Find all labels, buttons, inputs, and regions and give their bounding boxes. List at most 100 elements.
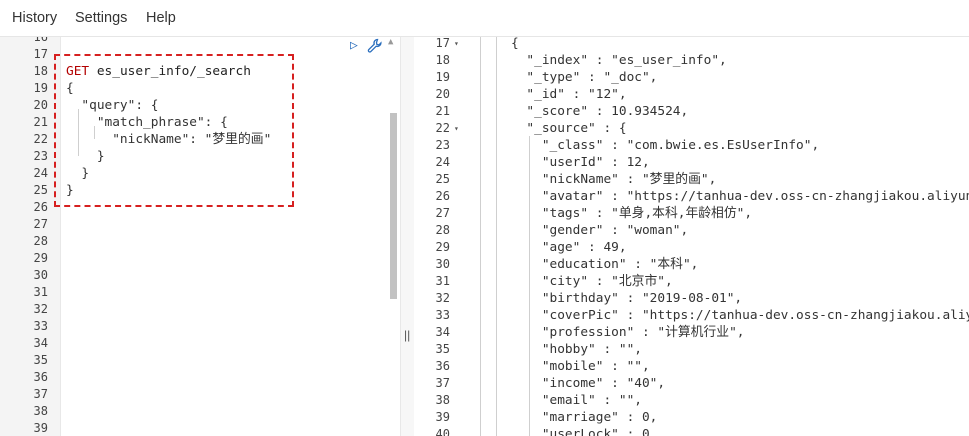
line-number: 30	[33, 268, 48, 282]
response-line: {	[511, 37, 519, 51]
response-line: "gender" : "woman",	[511, 223, 689, 238]
request-body-line[interactable]: "match_phrase": {	[66, 114, 228, 131]
line-number: 35	[435, 342, 450, 356]
response-line: "mobile" : "",	[511, 359, 650, 374]
line-number: 35	[33, 353, 48, 367]
response-line: "_score" : 10.934524,	[511, 104, 689, 119]
response-line: "age" : 49,	[511, 240, 627, 255]
line-number: 39	[33, 421, 48, 435]
indent-guide	[496, 37, 497, 436]
line-number: 20	[33, 98, 48, 112]
line-number: 30	[435, 257, 450, 271]
response-line: "profession" : "计算机行业",	[511, 325, 745, 340]
line-number: 19	[435, 70, 450, 84]
line-number: 22	[435, 121, 450, 135]
line-number: 36	[33, 370, 48, 384]
request-body-line[interactable]: }	[66, 165, 89, 182]
menu-history[interactable]: History	[12, 10, 57, 26]
line-number: 36	[435, 359, 450, 373]
line-number: 34	[435, 325, 450, 339]
line-number: 20	[435, 87, 450, 101]
response-line: "email" : "",	[511, 393, 642, 408]
scrollbar[interactable]	[390, 113, 397, 299]
line-number: 17	[435, 37, 450, 50]
response-line: "avatar" : "https://tanhua-dev.oss-cn-zh…	[511, 189, 969, 204]
line-number: 32	[435, 291, 450, 305]
response-line: "coverPic" : "https://tanhua-dev.oss-cn-…	[511, 308, 969, 323]
response-line: "userId" : 12,	[511, 155, 650, 170]
request-body-line[interactable]: "query": {	[66, 97, 158, 114]
response-line: "hobby" : "",	[511, 342, 642, 357]
line-number: 23	[435, 138, 450, 152]
line-number: 19	[33, 81, 48, 95]
menu-help[interactable]: Help	[146, 10, 176, 26]
line-number: 22	[33, 132, 48, 146]
request-body-line[interactable]: {	[66, 80, 74, 97]
response-line: "_class" : "com.bwie.es.EsUserInfo",	[511, 138, 820, 153]
response-line: "_source" : {	[511, 121, 627, 136]
line-number: 37	[435, 376, 450, 390]
response-line: "marriage" : 0,	[511, 410, 658, 425]
line-number: 26	[435, 189, 450, 203]
line-number: 24	[435, 155, 450, 169]
response-line: "education" : "本科",	[511, 257, 699, 272]
response-line: "userLock" : 0	[511, 427, 650, 436]
menu-bar: History Settings Help	[0, 0, 969, 37]
response-line: "nickName" : "梦里的画",	[511, 172, 717, 187]
request-editor[interactable]: 16 17 18 19 20 21 22 23 24 25 26 27 28 29 30 31 32 33 34 35…	[0, 37, 400, 436]
line-number: 38	[33, 404, 48, 418]
request-line[interactable]: GET es_user_info/_search	[66, 63, 251, 80]
response-gutter: 17 ▾ 18 19 20 21 22 ▾ 23 24 25 26 27 28 29 30 31 32 33 34 35…	[414, 37, 474, 436]
line-number: 27	[33, 217, 48, 231]
play-icon[interactable]: ▷	[350, 39, 362, 52]
line-number: 39	[435, 410, 450, 424]
line-number: 16	[33, 37, 48, 44]
line-number: 28	[435, 223, 450, 237]
line-number: 21	[435, 104, 450, 118]
line-number: 38	[435, 393, 450, 407]
wrench-icon[interactable]	[367, 38, 383, 54]
line-number: 37	[33, 387, 48, 401]
request-body-line[interactable]: "nickName": "梦里的画"	[66, 131, 271, 148]
line-number: 29	[435, 240, 450, 254]
response-line: "birthday" : "2019-08-01",	[511, 291, 743, 306]
response-line: "tags" : "单身,本科,年龄相仿",	[511, 206, 753, 221]
line-number: 33	[33, 319, 48, 333]
line-number: 26	[33, 200, 48, 214]
line-number: 32	[33, 302, 48, 316]
pane-divider[interactable]	[400, 37, 415, 436]
response-line: "city" : "北京市",	[511, 274, 673, 289]
line-number: 34	[33, 336, 48, 350]
line-number: 31	[33, 285, 48, 299]
line-number: 40	[435, 427, 450, 436]
menu-settings[interactable]: Settings	[75, 10, 127, 26]
http-method: GET	[66, 64, 90, 79]
line-number: 28	[33, 234, 48, 248]
fold-toggle-icon[interactable]: ▾	[454, 37, 459, 52]
line-number: 31	[435, 274, 450, 288]
line-number: 18	[435, 53, 450, 67]
line-number: 18	[33, 64, 48, 78]
response-line: "_id" : "12",	[511, 87, 627, 102]
line-number: 24	[33, 166, 48, 180]
request-gutter: 16 17 18 19 20 21 22 23 24 25 26 27 28 29 30 31 32 33 34 35…	[0, 37, 61, 436]
chevron-up-icon[interactable]: ▲	[388, 37, 393, 47]
line-number: 27	[435, 206, 450, 220]
line-number: 25	[435, 172, 450, 186]
request-body-line[interactable]: }	[66, 148, 105, 165]
response-viewer: 17 ▾ 18 19 20 21 22 ▾ 23 24 25 26 27 28 29 30 31 32 33 34 35…	[414, 37, 969, 436]
response-line: "_type" : "_doc",	[511, 70, 658, 85]
request-path: es_user_info/_search	[89, 64, 251, 79]
indent-guide	[480, 37, 481, 436]
line-number: 21	[33, 115, 48, 129]
response-line: "_index" : "es_user_info",	[511, 53, 727, 68]
resize-handle-icon[interactable]: ||	[404, 328, 410, 342]
line-number: 17	[33, 47, 48, 61]
line-number: 23	[33, 149, 48, 163]
line-number: 25	[33, 183, 48, 197]
request-body-line[interactable]: }	[66, 182, 74, 199]
line-number: 33	[435, 308, 450, 322]
fold-toggle-icon[interactable]: ▾	[454, 120, 459, 137]
response-line: "income" : "40",	[511, 376, 666, 391]
line-number: 29	[33, 251, 48, 265]
